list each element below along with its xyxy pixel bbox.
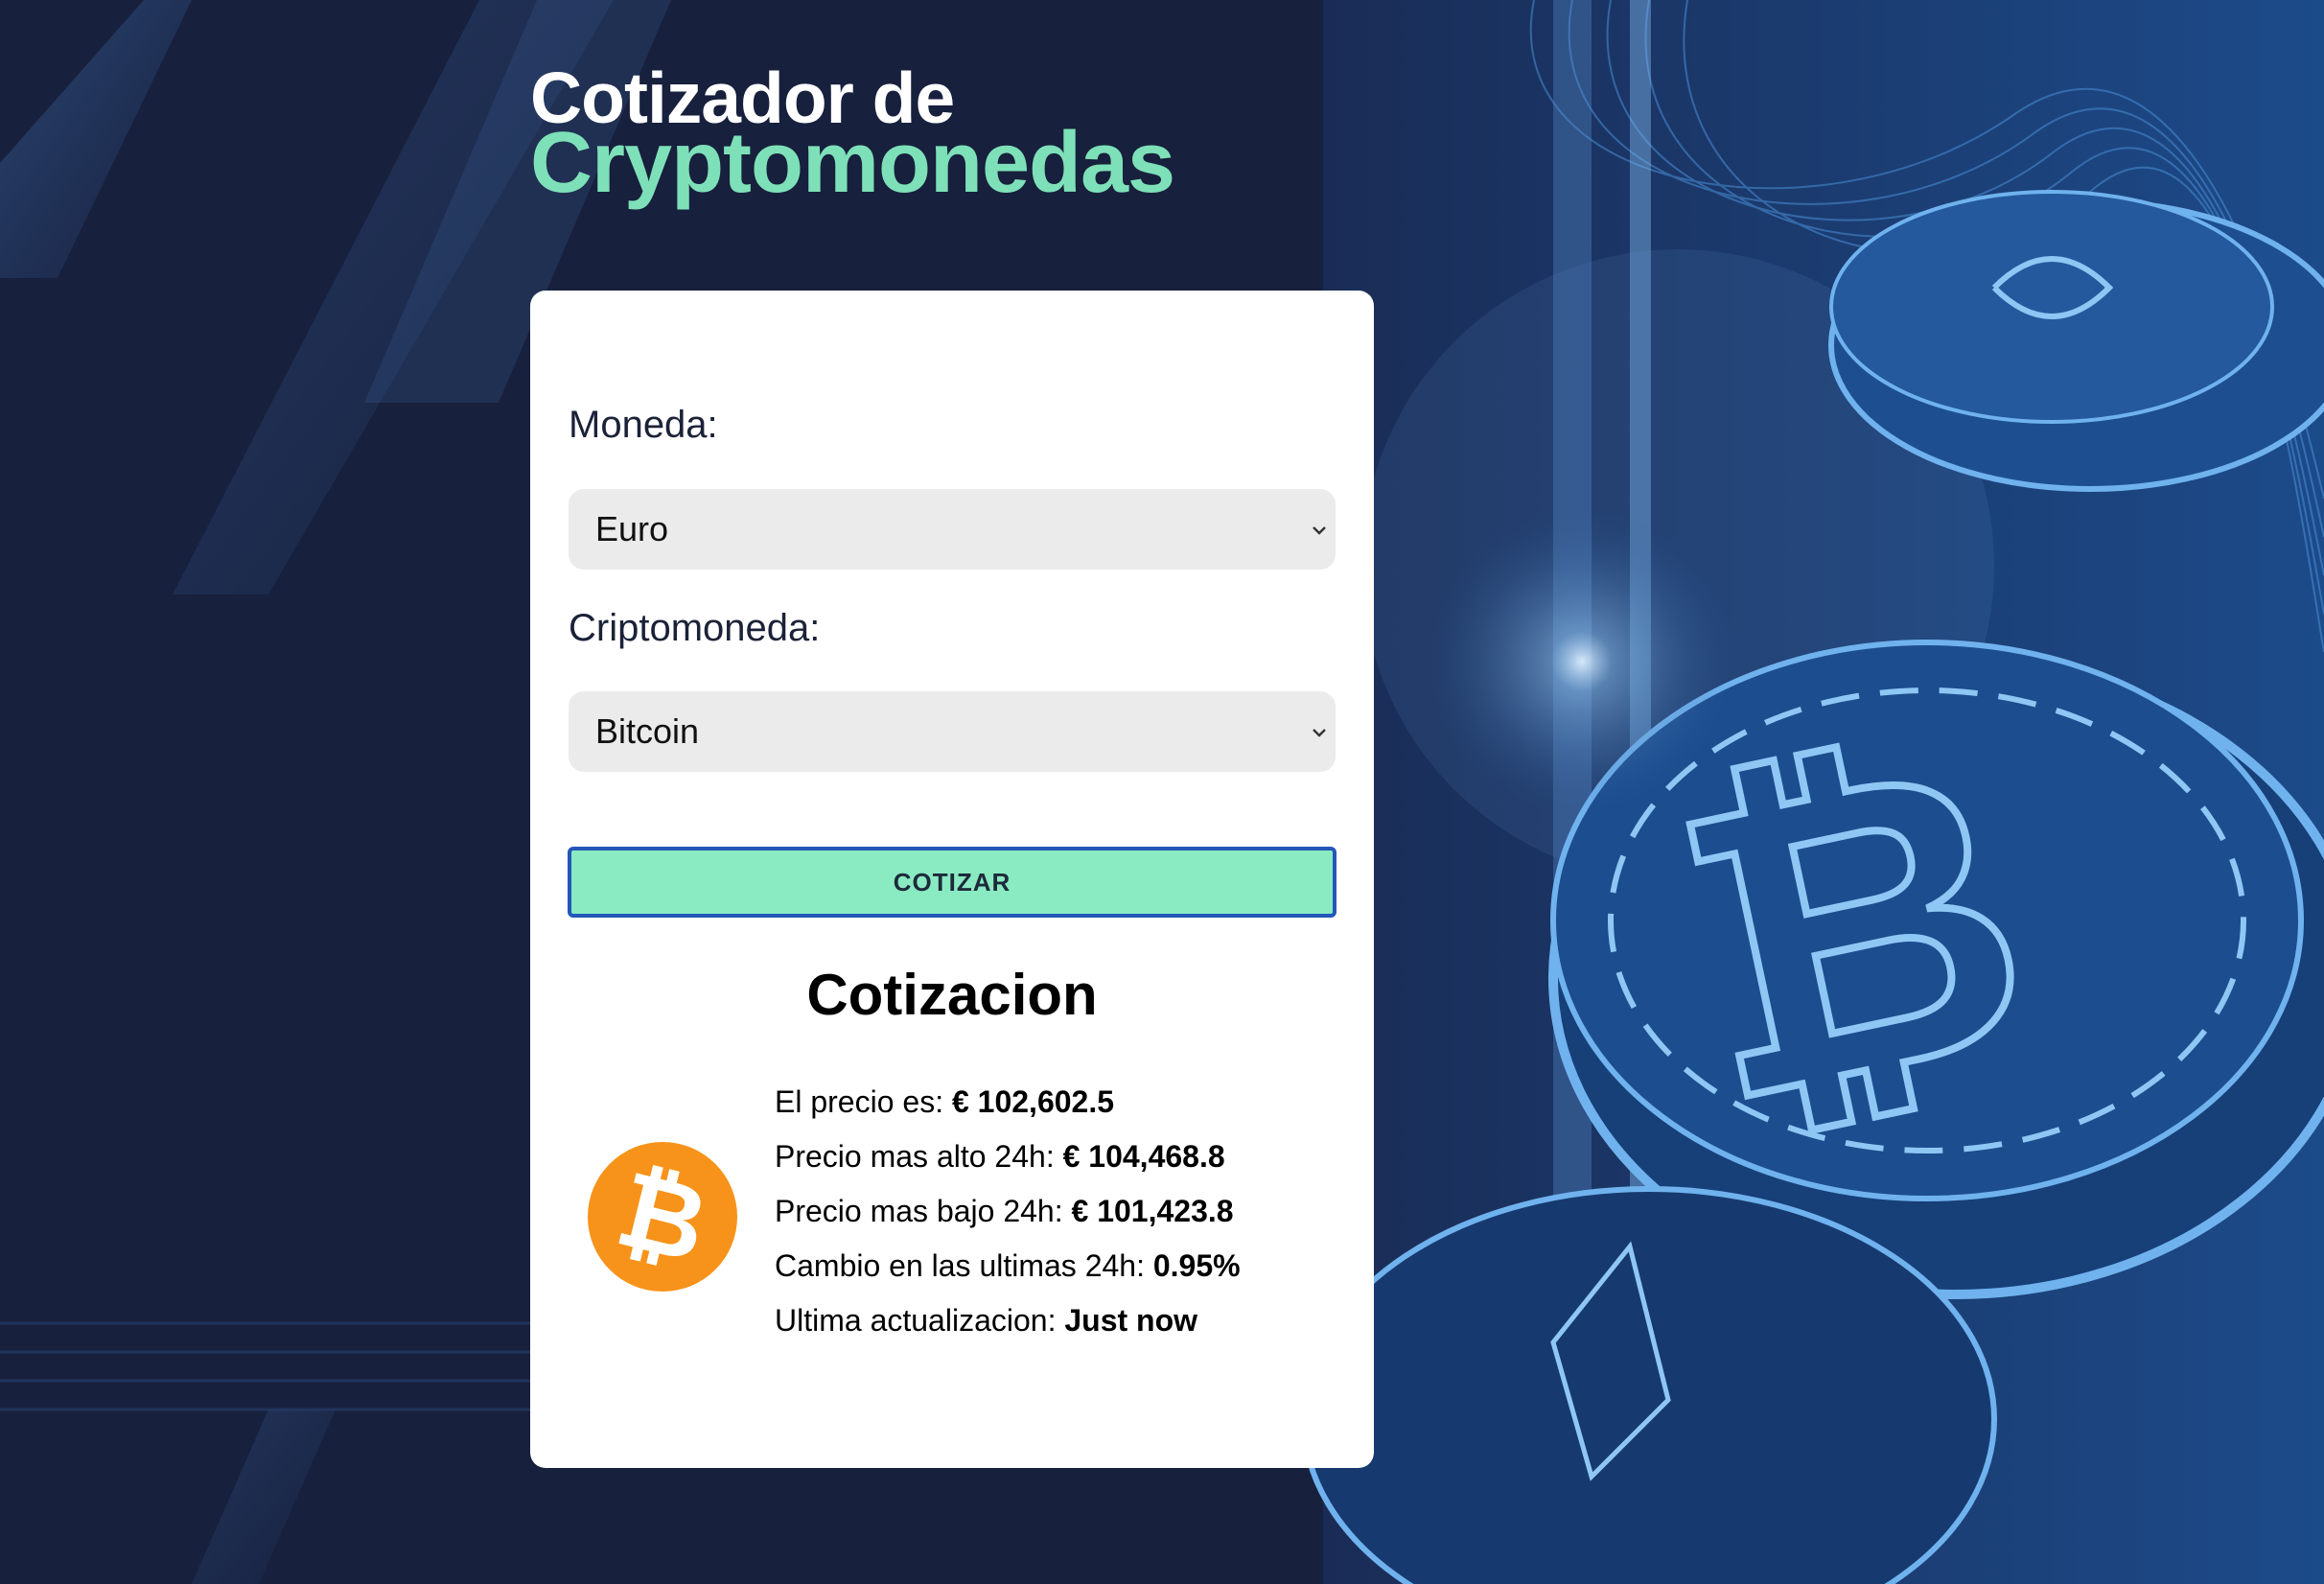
high-label: Precio mas alto 24h: — [775, 1139, 1055, 1174]
result-details: El precio es: € 102,602.5 Precio mas alt… — [775, 1075, 1241, 1348]
low-value: € 101,423.8 — [1071, 1194, 1234, 1228]
crypto-select[interactable]: Bitcoin — [569, 691, 1336, 772]
chevron-down-icon — [1313, 729, 1326, 737]
crypto-label: Criptomoneda: — [569, 607, 821, 649]
updated-row: Ultima actualizacion: Just now — [775, 1293, 1241, 1348]
updated-label: Ultima actualizacion: — [775, 1303, 1057, 1338]
currency-select-value: Euro — [595, 509, 669, 548]
price-label: El precio es: — [775, 1084, 944, 1119]
chevron-down-icon — [1313, 526, 1326, 535]
low-row: Precio mas bajo 24h: € 101,423.8 — [775, 1184, 1241, 1239]
page-title: Cotizador de Cryptomonedas — [530, 56, 1175, 211]
bitcoin-icon: ₿ — [588, 1142, 737, 1292]
quote-card: Moneda: Euro Criptomoneda: Bitcoin COTIZ… — [530, 291, 1374, 1468]
result-title: Cotizacion — [806, 963, 1098, 1027]
price-row: El precio es: € 102,602.5 — [775, 1075, 1241, 1130]
high-value: € 104,468.8 — [1062, 1139, 1225, 1174]
updated-value: Just now — [1064, 1303, 1198, 1338]
currency-select[interactable]: Euro — [569, 489, 1336, 570]
high-row: Precio mas alto 24h: € 104,468.8 — [775, 1130, 1241, 1184]
title-line-2: Cryptomonedas — [530, 115, 1175, 211]
crypto-select-value: Bitcoin — [595, 711, 700, 751]
price-value: € 102,602.5 — [951, 1084, 1115, 1119]
currency-label: Moneda: — [569, 404, 718, 446]
change-value: 0.95% — [1152, 1248, 1241, 1283]
cotizar-button[interactable]: COTIZAR — [568, 847, 1336, 918]
change-row: Cambio en las ultimas 24h: 0.95% — [775, 1239, 1241, 1293]
change-label: Cambio en las ultimas 24h: — [775, 1248, 1145, 1283]
low-label: Precio mas bajo 24h: — [775, 1194, 1063, 1228]
